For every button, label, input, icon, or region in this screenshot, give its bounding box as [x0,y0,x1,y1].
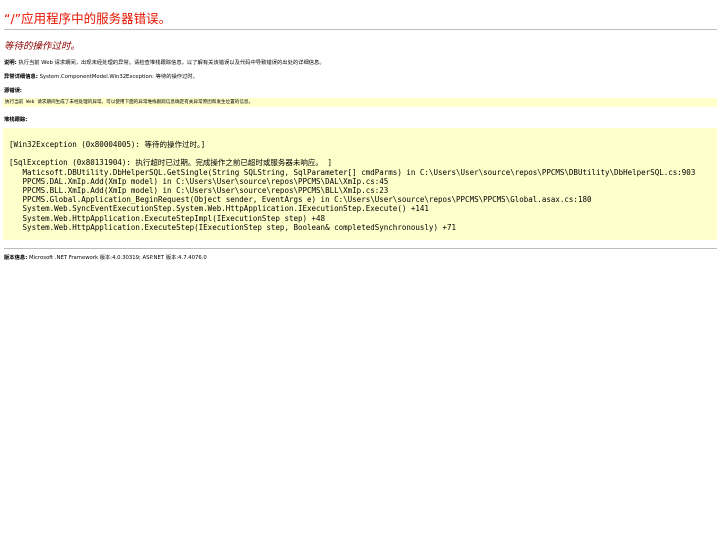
description-label: 说明: [4,60,17,66]
source-error-box: 执行当前 Web 请求期间生成了未经处理的异常。可以使用下面的异常堆栈跟踪信息确… [3,98,717,107]
exception-details-label: 异常详细信息: [4,74,38,80]
top-divider [4,29,717,30]
exception-details-text: System.ComponentModel.Win32Exception: 等待… [39,74,198,80]
description-text: 执行当前 Web 请求期间，出现未经处理的异常。请检查堆栈跟踪信息，以了解有关该… [18,60,325,66]
stack-trace-line: Maticsoft.DBUtility.DbHelperSQL.GetSingl… [9,167,696,177]
stack-trace-line: System.Web.HttpApplication.ExecuteStep(I… [9,222,457,232]
description-line: 说明: 执行当前 Web 请求期间，出现未经处理的异常。请检查堆栈跟踪信息，以了… [4,58,325,66]
page-title: “/”应用程序中的服务器错误。 [4,11,172,26]
stack-trace-box: [Win32Exception (0x80004005): 等待的操作过时。] … [3,128,717,240]
stack-trace-line: PPCMS.DAL.XmIp.Add(XmIp model) in C:\Use… [9,176,389,186]
stack-trace-label: 堆栈跟踪: [4,117,28,123]
stack-trace-line: System.Web.SyncEventExecutionStep.System… [9,204,429,214]
source-error-label-line: 源错误: [4,86,22,94]
stack-trace-line: PPCMS.Global.Application_BeginRequest(Ob… [9,195,592,205]
stack-trace-line: [SqlException (0x80131904): 执行超时已过期。完成操作… [9,158,332,168]
stack-trace-line: System.Web.HttpApplication.ExecuteStepIm… [9,213,326,223]
exception-details-line: 异常详细信息: System.ComponentModel.Win32Excep… [4,72,198,80]
stack-trace-label-line: 堆栈跟踪: [4,115,27,123]
stack-trace-line: [Win32Exception (0x80004005): 等待的操作过时。] [9,140,206,149]
stack-trace-line: PPCMS.BLL.XmIp.Add(XmIp model) in C:\Use… [9,185,389,195]
stack-trace-line [9,149,717,158]
version-info-label: 版本信息: [4,255,28,261]
error-heading: 等待的操作过时。 [4,41,81,52]
error-page: “/”应用程序中的服务器错误。 等待的操作过时。 说明: 执行当前 Web 请求… [0,0,720,540]
version-info-text: Microsoft .NET Framework 版本:4.0.30319; A… [29,255,207,261]
source-error-text: 执行当前 Web 请求期间生成了未经处理的异常。可以使用下面的异常堆栈跟踪信息确… [5,100,254,105]
bottom-divider [4,248,717,249]
source-error-label: 源错误: [4,88,23,94]
version-info-line: 版本信息: Microsoft .NET Framework 版本:4.0.30… [4,253,207,261]
